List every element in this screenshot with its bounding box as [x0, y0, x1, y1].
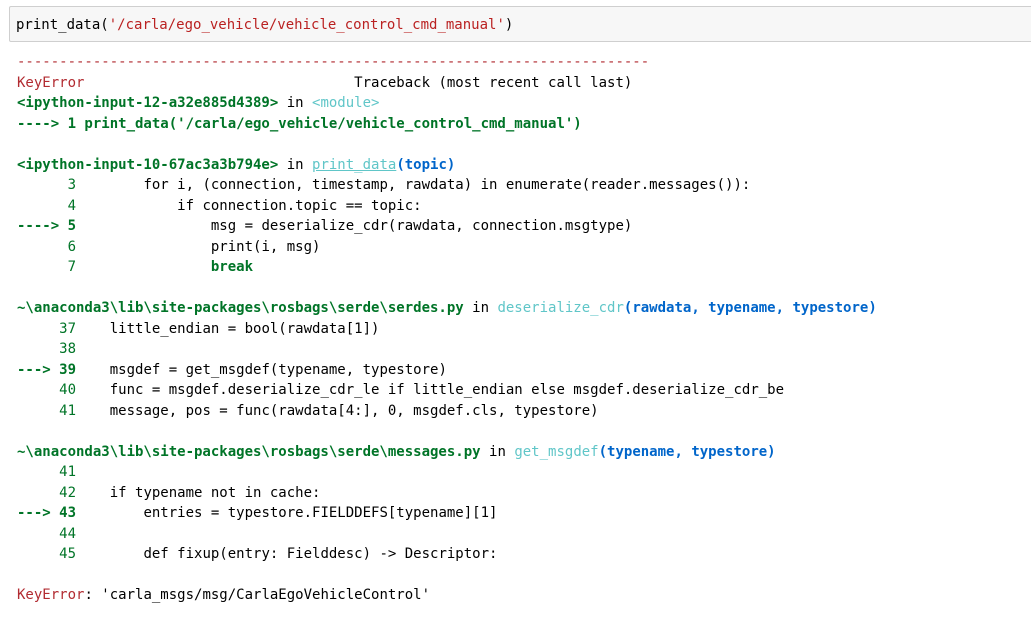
code-line: 37 little_endian = bool(rawdata[1]) [17, 320, 380, 337]
traceback-output: ----------------------------------------… [17, 52, 1027, 606]
input-arg: '/carla/ego_vehicle/vehicle_control_cmd_… [108, 17, 505, 33]
code-line: 41 message, pos = func(rawdata[4:], 0, m… [17, 402, 599, 419]
frame-location: ~\anaconda3\lib\site-packages\rosbags\se… [17, 443, 776, 460]
traceback-header: KeyError Traceback (most recent call las… [17, 73, 1027, 94]
code-line: 40 func = msgdef.deserialize_cdr_le if l… [17, 382, 785, 398]
frame-args: (typename, typestore) [598, 443, 776, 460]
frame-arrow-line: ----> 1 print_data('/carla/ego_vehicle/v… [17, 115, 582, 132]
traceback-header-right: Traceback (most recent call last) [354, 74, 633, 91]
frame-scope: <module> [312, 95, 380, 111]
code-line: 7 break [17, 259, 254, 275]
frame-file: ~\anaconda3\lib\site-packages\rosbags\se… [17, 443, 481, 460]
code-line-current: ---> 39 msgdef = get_msgdef(typename, ty… [17, 361, 447, 378]
code-line-current: ----> 5 msg = deserialize_cdr(rawdata, c… [17, 218, 633, 234]
frame-args: (rawdata, typename, typestore) [623, 300, 877, 316]
code-input-cell[interactable]: print_data('/carla/ego_vehicle/vehicle_c… [9, 6, 1031, 42]
final-error-message: : 'carla_msgs/msg/CarlaEgoVehicleControl… [84, 587, 431, 603]
frame-func: get_msgdef [514, 443, 599, 460]
code-line: 3 for i, (connection, timestamp, rawdata… [17, 177, 751, 193]
code-line: 4 if connection.topic == topic: [17, 197, 422, 214]
code-line: 42 if typename not in cache: [17, 484, 321, 501]
frame-args: (topic) [396, 156, 456, 173]
final-error-name: KeyError [17, 587, 85, 603]
code-line: 41 [17, 464, 77, 480]
input-func: print_data [16, 17, 101, 33]
code-line: 38 [17, 341, 77, 357]
frame-location: <ipython-input-10-67ac3a3b794e> in print… [17, 156, 456, 173]
frame-file: <ipython-input-10-67ac3a3b794e> [17, 156, 279, 173]
final-error: KeyError: 'carla_msgs/msg/CarlaEgoVehicl… [17, 585, 1027, 606]
code-line-current: ---> 43 entries = typestore.FIELDDEFS[ty… [17, 505, 498, 521]
frame-location: ~\anaconda3\lib\site-packages\rosbags\se… [17, 300, 877, 316]
code-line: 6 print(i, msg) [17, 238, 321, 255]
error-name: KeyError [17, 74, 85, 91]
frame-file: <ipython-input-12-a32e885d4389> [17, 95, 279, 111]
frame-file: ~\anaconda3\lib\site-packages\rosbags\se… [17, 300, 464, 316]
code-line: 44 [17, 525, 77, 542]
traceback-separator: ----------------------------------------… [17, 54, 650, 70]
frame-func: deserialize_cdr [497, 300, 624, 316]
code-line: 45 def fixup(entry: Fielddesc) -> Descri… [17, 546, 498, 562]
frame-func: print_data [312, 156, 397, 173]
frame-location: <ipython-input-12-a32e885d4389> in <modu… [17, 95, 380, 111]
